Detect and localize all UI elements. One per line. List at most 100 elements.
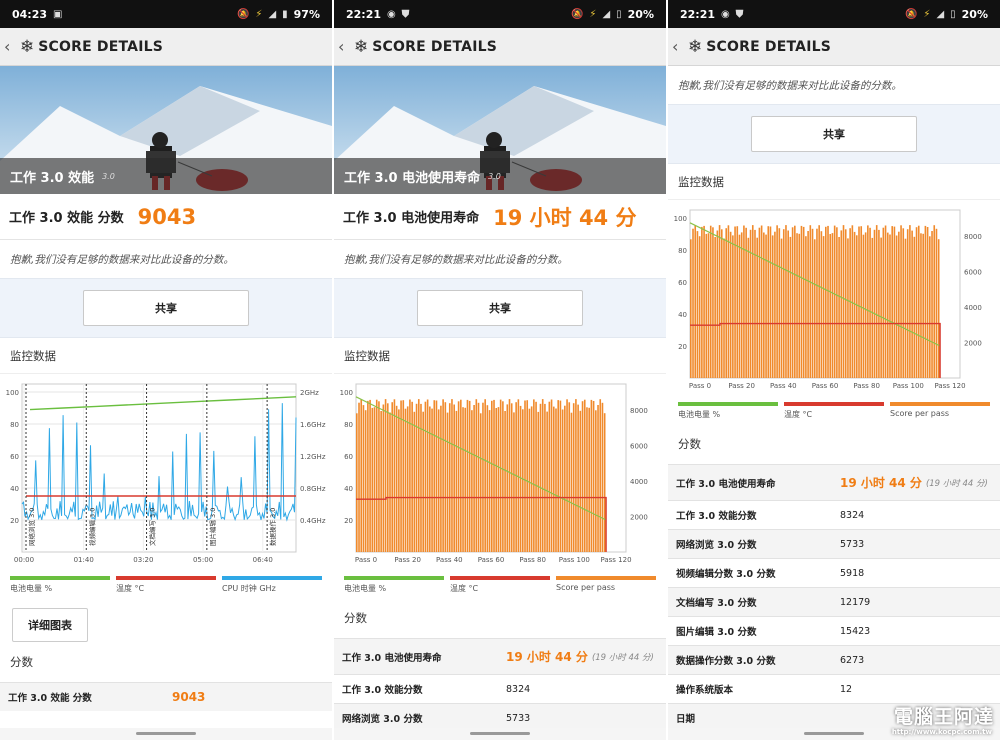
battery-icon: ▮ <box>282 8 288 20</box>
scores-table: 工作 3.0 电池使用寿命 19 小时 44 分 (19 小时 44 分) 工作 3… <box>334 638 666 732</box>
home-gesture-pill[interactable] <box>136 732 196 735</box>
y-left-tick: 80 <box>344 421 353 429</box>
score-bar <box>886 232 889 378</box>
score-bar <box>601 402 604 552</box>
mute-icon: 🔕 <box>904 8 918 20</box>
score-row-label: 工作 3.0 效能分数 <box>342 685 423 696</box>
score-bar <box>771 235 774 378</box>
score-bar <box>833 225 836 378</box>
score-row-value: 19 小时 44 分 <box>506 650 588 664</box>
score-bar <box>539 403 542 552</box>
score-bar <box>373 407 376 552</box>
score-bar <box>393 399 396 552</box>
y-right-tick: 1.2GHz <box>300 453 326 461</box>
score-row-label: 网络浏览 3.0 分数 <box>676 540 757 551</box>
score-bar <box>723 238 725 378</box>
y-right-tick: 6000 <box>964 268 982 276</box>
nav-bar <box>334 728 666 740</box>
y-right-tick: 8000 <box>630 407 648 415</box>
score-bar <box>398 409 400 552</box>
table-row: 数据操作分数 3.0 分数 6273 <box>668 645 1000 674</box>
hero-version: 3.0 <box>102 171 115 181</box>
score-bar <box>774 231 776 378</box>
snowflake-logo-icon: ❄ <box>354 36 369 57</box>
score-value: 19 小时 44 分 <box>493 205 637 230</box>
score-bar <box>559 400 562 552</box>
score-bar <box>838 237 840 378</box>
score-bar <box>864 232 867 378</box>
app-bar: ‹ ❄ SCORE DETAILS <box>334 28 666 66</box>
score-bar <box>878 229 880 378</box>
score-bar <box>900 225 902 378</box>
panel-performance: 04:23▣ 🔕⚡◢▮97% ‹ ❄ SCORE DETAILS 工作 <box>0 0 332 740</box>
score-bar <box>369 399 371 552</box>
back-icon[interactable]: ‹ <box>338 37 350 56</box>
x-tick: Pass 20 <box>394 556 421 564</box>
score-bar <box>541 399 544 552</box>
score-bar <box>557 400 559 552</box>
score-bar <box>782 229 785 378</box>
hero-banner: 工作 3.0 电池使用寿命 3.0 <box>334 66 666 194</box>
score-bar <box>729 231 732 378</box>
score-bar <box>502 401 504 552</box>
score-bar <box>747 237 750 378</box>
score-row-label: 数据操作分数 3.0 分数 <box>676 656 776 667</box>
score-bar <box>462 407 464 552</box>
score-bar <box>533 399 535 552</box>
table-row: 操作系统版本 12 <box>668 674 1000 703</box>
score-bar <box>758 227 761 378</box>
table-row: 工作 3.0 效能分数 8324 <box>668 500 1000 529</box>
score-bar <box>867 225 869 378</box>
score-bar <box>544 403 546 552</box>
detail-chart-button[interactable]: 详细图表 <box>12 608 88 642</box>
score-row-value: 5918 <box>840 567 865 579</box>
hero-version: 3.0 <box>488 171 501 181</box>
score-bar <box>791 227 794 378</box>
score-bar <box>902 228 905 378</box>
table-row: 工作 3.0 电池使用寿命 19 小时 44 分 (19 小时 44 分) <box>334 638 666 674</box>
back-icon[interactable]: ‹ <box>4 37 16 56</box>
score-bar <box>732 235 734 378</box>
score-bar <box>400 400 402 552</box>
score-bar <box>455 410 458 552</box>
score-bar <box>362 405 365 552</box>
score-bar <box>738 234 741 378</box>
page-title: SCORE DETAILS <box>706 38 832 55</box>
score-bar <box>707 233 710 378</box>
score-bar <box>805 236 807 378</box>
score-bar <box>592 401 595 552</box>
score-bar <box>422 411 424 552</box>
score-bar <box>530 406 533 552</box>
score-bar <box>384 399 387 552</box>
home-gesture-pill[interactable] <box>470 732 530 735</box>
score-row-value: 5733 <box>840 538 865 550</box>
score-bar <box>595 410 597 552</box>
score-bar <box>364 410 367 552</box>
score-bar <box>590 399 593 552</box>
share-button[interactable]: 共享 <box>417 290 583 326</box>
y-left-tick: 20 <box>10 517 19 525</box>
score-bar <box>807 231 809 378</box>
back-icon[interactable]: ‹ <box>672 37 684 56</box>
score-bar <box>740 232 743 378</box>
site-watermark: 電腦王阿達 http://www.kocpc.com.tw <box>844 702 994 736</box>
score-bar <box>358 402 360 552</box>
share-button[interactable]: 共享 <box>83 290 249 326</box>
share-button[interactable]: 共享 <box>751 116 917 152</box>
score-bar <box>898 231 900 378</box>
x-tick: 05:00 <box>193 556 213 564</box>
flash-icon: ⚡ <box>923 8 931 20</box>
score-bar <box>829 234 832 378</box>
segment-label: 数据操作 3.0 <box>268 508 277 546</box>
score-row-value: 8324 <box>506 683 531 695</box>
x-tick: Pass 60 <box>812 382 839 390</box>
y-left-tick: 100 <box>6 389 19 397</box>
score-bar <box>437 409 440 552</box>
score-bar <box>869 227 871 378</box>
score-row-value: 6273 <box>840 654 865 666</box>
score-bar <box>528 408 531 552</box>
score-bar <box>448 403 451 552</box>
x-tick: Pass 120 <box>934 382 965 390</box>
score-bar <box>486 405 489 552</box>
wifi-icon: ◢ <box>602 8 611 20</box>
